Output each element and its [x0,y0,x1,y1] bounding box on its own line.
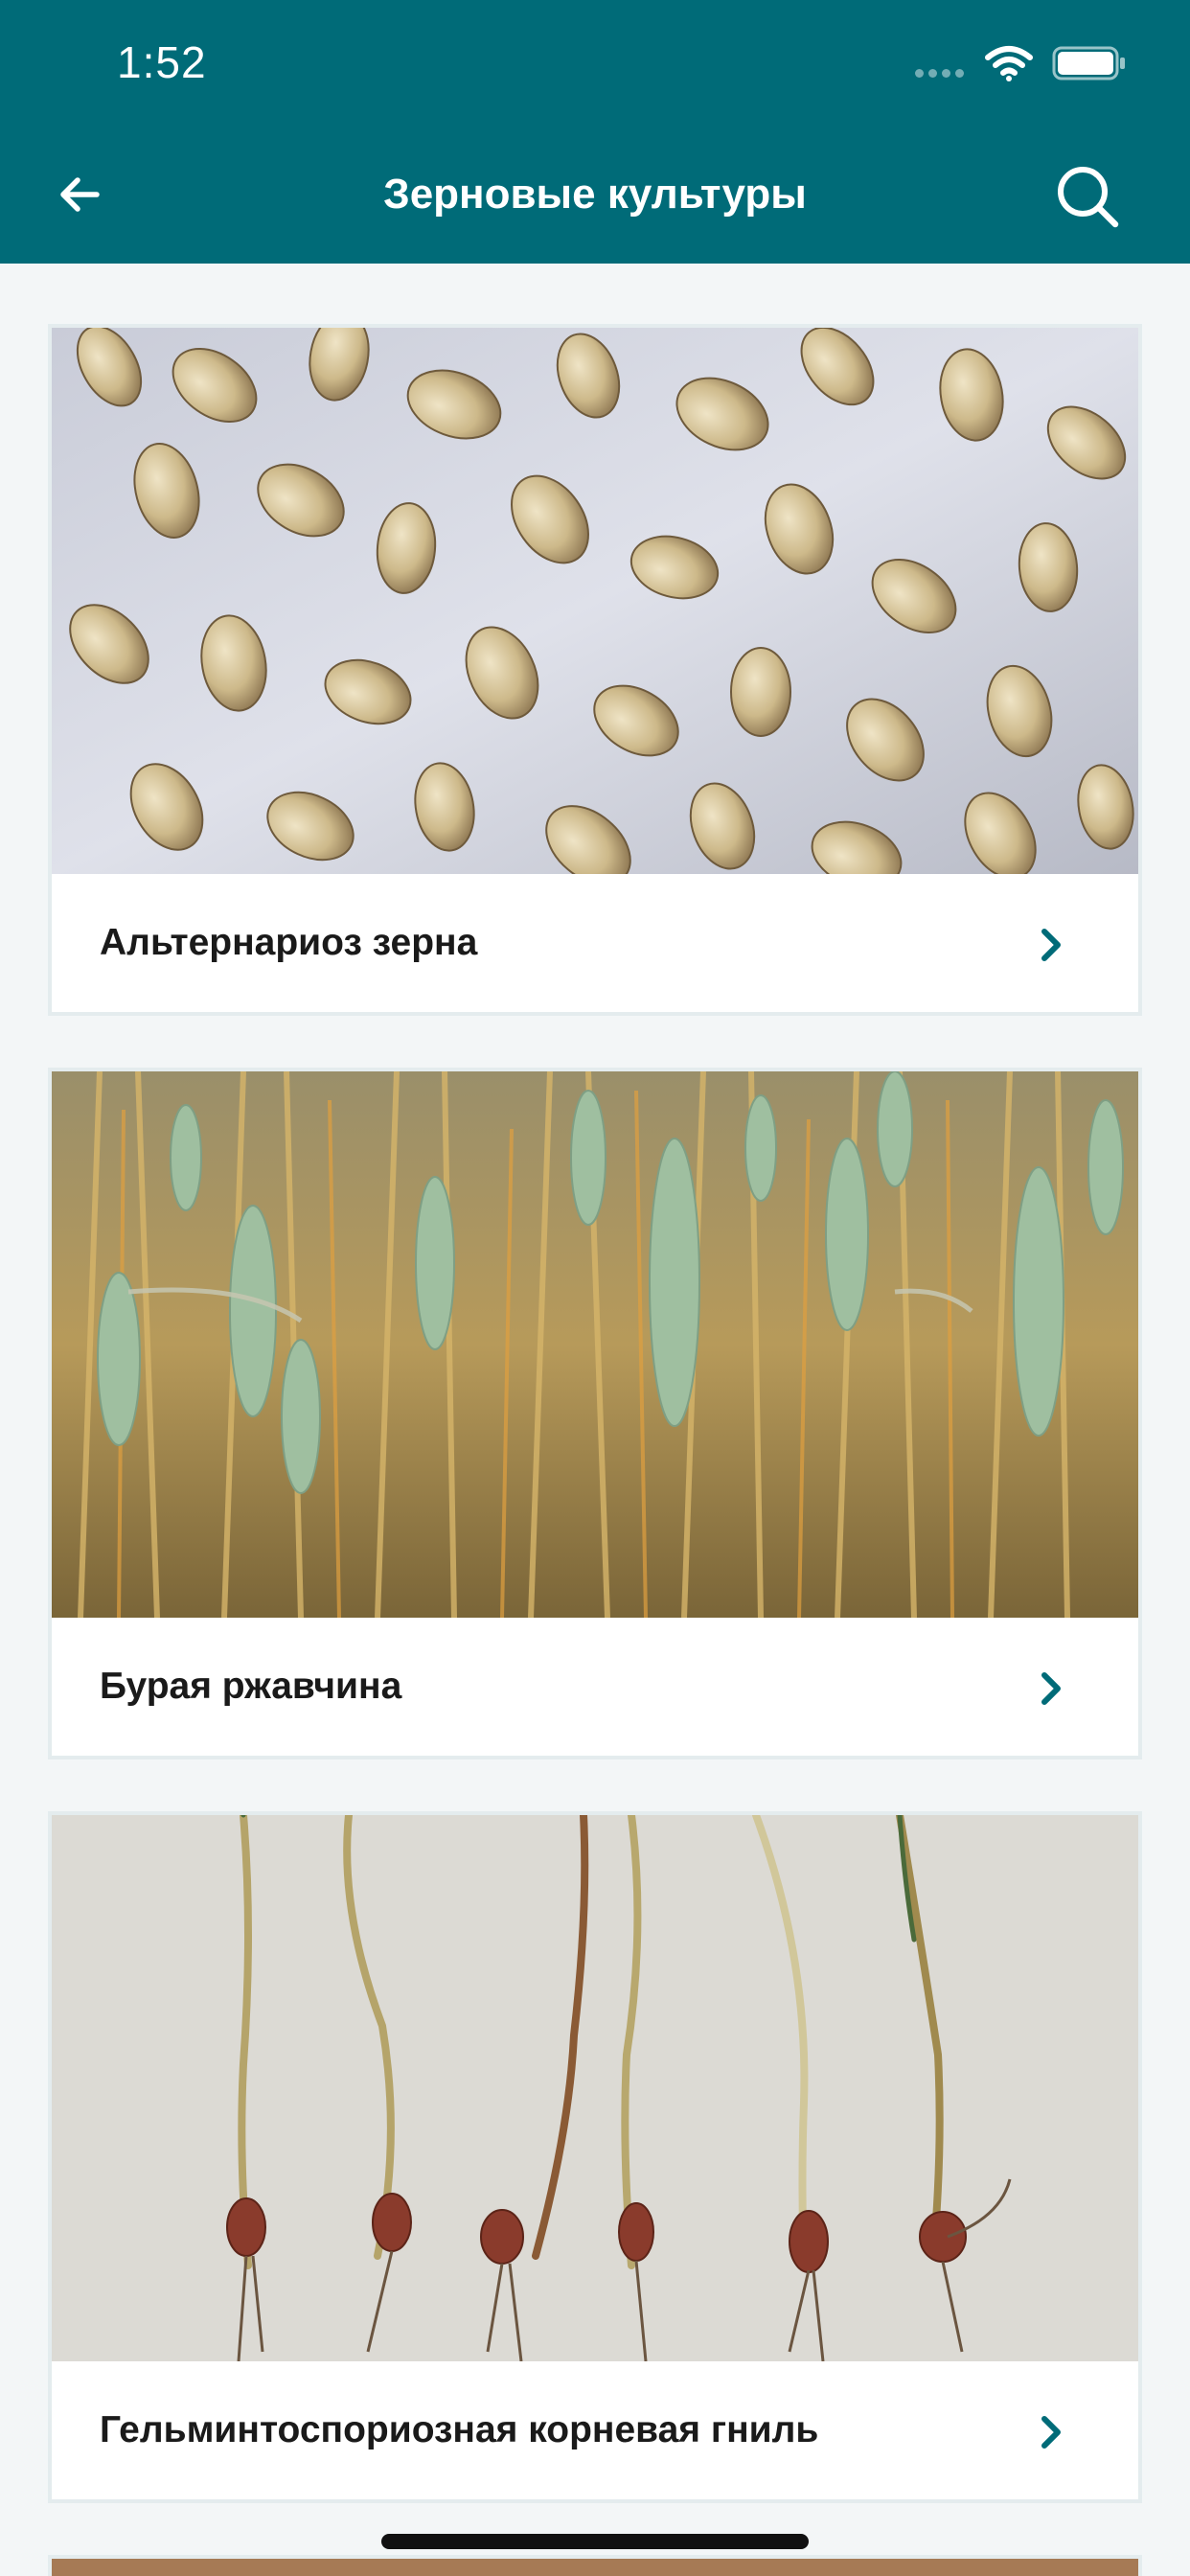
card-image-partial [52,2559,1138,2576]
chevron-right-icon [1041,2416,1061,2449]
chevron-right-icon [1041,929,1061,961]
list-item-label-row[interactable]: Альтернариоз зерна [52,874,1138,1016]
list-item[interactable]: Бурая ржавчина [48,1068,1142,1760]
cellular-signal-icon [915,69,964,78]
list-item[interactable] [48,2555,1142,2576]
chevron-right-icon [1041,1672,1061,1705]
list-item-label-row[interactable]: Бурая ржавчина [52,1618,1138,1760]
list-item-label-row[interactable]: Гельминтоспориозная корневая гниль [52,2361,1138,2503]
list-item[interactable]: Альтернариоз зерна [48,324,1142,1016]
home-indicator[interactable] [381,2534,809,2549]
wheat-field-photo [52,1071,1138,1618]
status-time: 1:52 [117,37,207,87]
app-header: 1:52 Зерновые культуры [0,0,1190,264]
wheat-seedlings-roots-photo [52,1815,1138,2361]
list-item-label: Альтернариоз зерна [100,922,478,963]
list-item[interactable]: Гельминтоспориозная корневая гниль [48,1811,1142,2503]
list-item-label: Бурая ржавчина [100,1666,402,1707]
wifi-icon [985,46,1033,81]
list-item-label: Гельминтоспориозная корневая гниль [100,2409,819,2450]
wheat-grains-photo [52,328,1138,874]
search-button[interactable] [1052,161,1123,232]
search-icon [1058,167,1119,228]
battery-icon [1052,46,1125,80]
page-title: Зерновые культуры [383,171,807,218]
